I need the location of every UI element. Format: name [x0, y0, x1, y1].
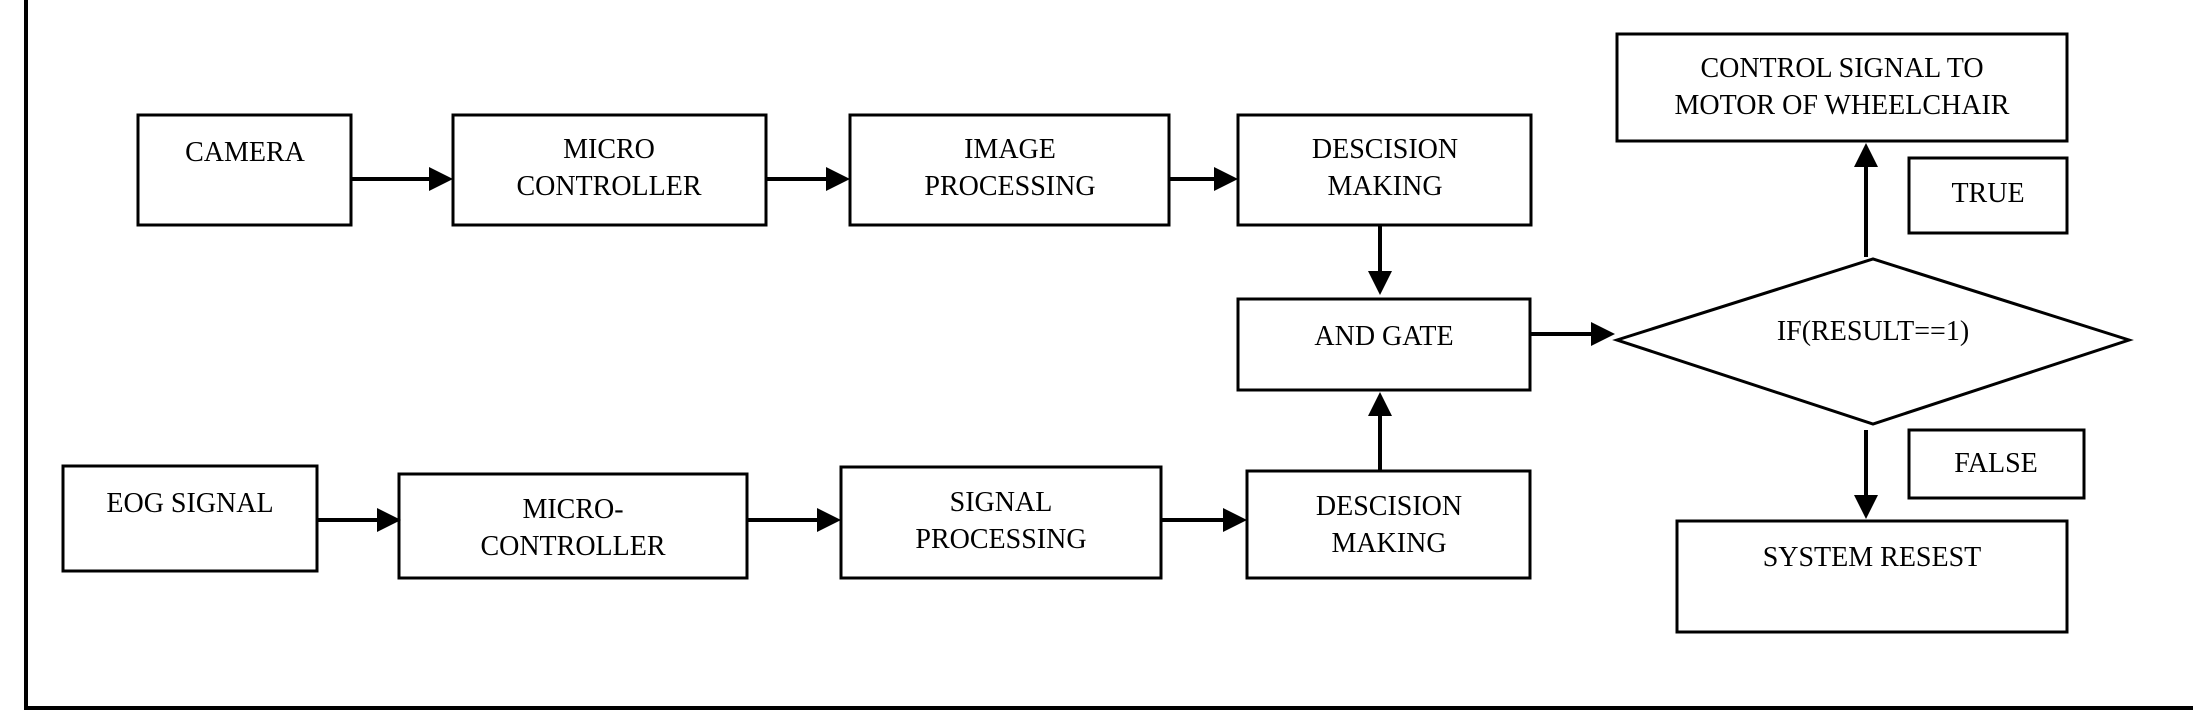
node-label-line: AND GATE	[1314, 321, 1453, 352]
node-label-line: MOTOR OF WHEELCHAIR	[1675, 90, 2010, 121]
node-label-line: TRUE	[1951, 178, 2024, 209]
node-label-line: MAKING	[1331, 528, 1446, 559]
node-condition-diamond: IF(RESULT==1)	[1612, 257, 2134, 426]
node-decision-top: DESCISION MAKING	[1236, 113, 1533, 227]
node-label-line: PROCESSING	[915, 524, 1086, 555]
flowchart-diagram: CAMERA MICRO CONTROLLER IMAGE PROCESSING…	[24, 0, 2193, 710]
arrow-condition-true	[1854, 143, 1878, 257]
arrow-signal-to-decision	[1161, 508, 1247, 532]
arrow-micro-to-signal	[747, 508, 841, 532]
arrow-decision-bottom-to-and	[1368, 392, 1392, 471]
node-label-line: DESCISION	[1316, 491, 1462, 522]
arrow-micro-to-image	[766, 167, 850, 191]
node-decision-bottom: DESCISION MAKING	[1245, 469, 1532, 580]
node-camera: CAMERA	[136, 113, 353, 227]
node-label-line: DESCISION	[1312, 134, 1458, 165]
node-label-line: CONTROL SIGNAL TO	[1700, 53, 1983, 84]
node-label-line: MAKING	[1327, 171, 1442, 202]
node-true-label: TRUE	[1907, 156, 2069, 235]
node-label-line: CONTROLLER	[516, 171, 701, 202]
node-system-reset: SYSTEM RESEST	[1675, 519, 2069, 634]
arrow-condition-false	[1854, 430, 1878, 519]
node-label-line: SYSTEM RESEST	[1763, 542, 1982, 573]
node-label-line: EOG SIGNAL	[106, 488, 273, 519]
arrow-decision-top-to-and	[1368, 225, 1392, 295]
node-image-processing: IMAGE PROCESSING	[848, 113, 1171, 227]
node-eog-signal: EOG SIGNAL	[61, 464, 319, 573]
arrow-camera-to-micro	[351, 167, 453, 191]
node-label-line: FALSE	[1954, 448, 2038, 479]
node-label-line: IMAGE	[964, 134, 1056, 165]
node-label-line: SIGNAL	[950, 487, 1053, 518]
node-control-signal: CONTROL SIGNAL TO MOTOR OF WHEELCHAIR	[1615, 32, 2069, 143]
arrow-and-to-condition	[1530, 322, 1615, 346]
node-label-line: MICRO	[563, 134, 655, 165]
node-label-line: IF(RESULT==1)	[1777, 316, 1969, 347]
node-signal-processing: SIGNAL PROCESSING	[839, 465, 1163, 580]
node-label-line: CONTROLLER	[480, 531, 665, 562]
node-label-line: MICRO-	[522, 494, 623, 525]
node-false-label: FALSE	[1907, 428, 2086, 500]
node-camera-label: CAMERA	[185, 137, 306, 168]
node-label-line: PROCESSING	[924, 171, 1095, 202]
node-micro-controller-top: MICRO CONTROLLER	[451, 113, 768, 227]
node-micro-controller-bottom: MICRO- CONTROLLER	[397, 472, 749, 580]
arrow-eog-to-micro	[317, 508, 401, 532]
node-and-gate: AND GATE	[1236, 297, 1532, 392]
arrow-image-to-decision	[1169, 167, 1238, 191]
